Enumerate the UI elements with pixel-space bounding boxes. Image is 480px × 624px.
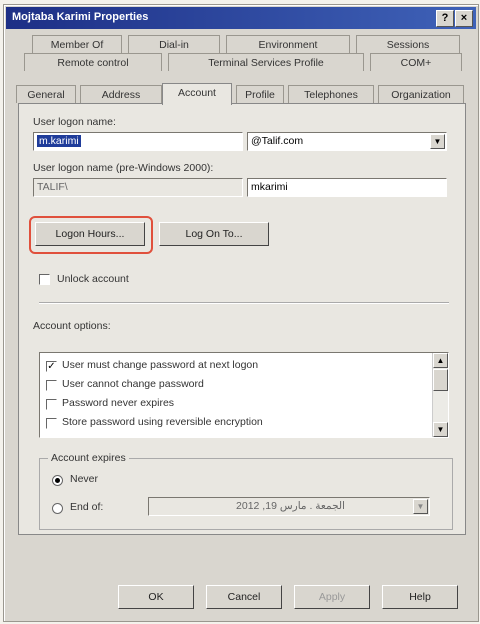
option-label: User must change password at next logon [62, 359, 259, 371]
title-bar: Mojtaba Karimi Properties ? × [6, 7, 476, 29]
logon-name-value: m.karimi [37, 135, 81, 147]
option-label: User cannot change password [62, 378, 204, 390]
tab-sessions[interactable]: Sessions [356, 35, 460, 53]
end-of-date-value: الجمعة . مارس 19, 2012 [236, 500, 345, 512]
logon-name-input[interactable]: m.karimi [33, 132, 243, 151]
end-of-date-picker[interactable]: الجمعة . مارس 19, 2012 ▼ [148, 497, 430, 516]
divider [39, 302, 449, 304]
scroll-thumb[interactable] [433, 369, 448, 391]
account-expires-group: Account expires Never End of: الجمعة . م… [39, 452, 453, 530]
tab-address[interactable]: Address [80, 85, 162, 103]
tab-organization[interactable]: Organization [378, 85, 464, 103]
tab-account[interactable]: Account [162, 83, 232, 105]
logon-hours-button[interactable]: Logon Hours... [35, 222, 145, 246]
never-label: Never [70, 473, 99, 485]
window-title: Mojtaba Karimi Properties [12, 11, 149, 23]
chevron-down-icon[interactable]: ▼ [430, 134, 445, 149]
option-checkbox-cannot-change[interactable] [46, 380, 57, 391]
pre2000-label: User logon name (pre-Windows 2000): [33, 162, 214, 174]
ok-button[interactable]: OK [118, 585, 194, 609]
tab-dial-in[interactable]: Dial-in [128, 35, 220, 53]
never-radio[interactable] [52, 475, 63, 486]
pre2000-domain-field: TALIF\ [33, 178, 243, 197]
close-icon[interactable]: × [455, 10, 473, 27]
pre2000-logon-input[interactable]: mkarimi [247, 178, 447, 197]
option-label: Store password using reversible encrypti… [62, 416, 263, 428]
cancel-button[interactable]: Cancel [206, 585, 282, 609]
scroll-up-icon[interactable]: ▲ [433, 353, 448, 368]
domain-select[interactable]: @Talif.com ▼ [247, 132, 447, 151]
account-options-list[interactable]: ✓ User must change password at next logo… [39, 352, 449, 438]
tab-remote-control[interactable]: Remote control [24, 53, 162, 71]
option-checkbox-never-expires[interactable] [46, 399, 57, 410]
tab-general[interactable]: General [16, 85, 76, 103]
tab-com-plus[interactable]: COM+ [370, 53, 462, 71]
help-button[interactable]: Help [382, 585, 458, 609]
account-expires-label: Account expires [48, 452, 129, 464]
help-icon[interactable]: ? [436, 10, 454, 27]
unlock-account-label: Unlock account [57, 273, 129, 285]
scroll-down-icon[interactable]: ▼ [433, 422, 448, 437]
unlock-account-checkbox[interactable] [39, 274, 50, 285]
tab-member-of[interactable]: Member Of [32, 35, 122, 53]
option-checkbox-reversible[interactable] [46, 418, 57, 429]
apply-button[interactable]: Apply [294, 585, 370, 609]
tab-environment[interactable]: Environment [226, 35, 350, 53]
end-of-label: End of: [70, 501, 104, 513]
tab-profile[interactable]: Profile [236, 85, 284, 103]
option-label: Password never expires [62, 397, 175, 409]
tab-terminal-services-profile[interactable]: Terminal Services Profile [168, 53, 364, 71]
account-tab-panel: User logon name: m.karimi @Talif.com ▼ U… [18, 103, 466, 535]
chevron-down-icon[interactable]: ▼ [413, 499, 428, 514]
properties-dialog: Mojtaba Karimi Properties ? × Member Of … [3, 4, 479, 622]
domain-value: @Talif.com [251, 135, 304, 147]
account-options-label: Account options: [33, 320, 111, 332]
logon-name-label: User logon name: [33, 116, 116, 128]
log-on-to-button[interactable]: Log On To... [159, 222, 269, 246]
options-scrollbar[interactable]: ▲ ▼ [432, 353, 448, 437]
option-checkbox-must-change[interactable]: ✓ [46, 361, 57, 372]
end-of-radio[interactable] [52, 503, 63, 514]
tab-telephones[interactable]: Telephones [288, 85, 374, 103]
